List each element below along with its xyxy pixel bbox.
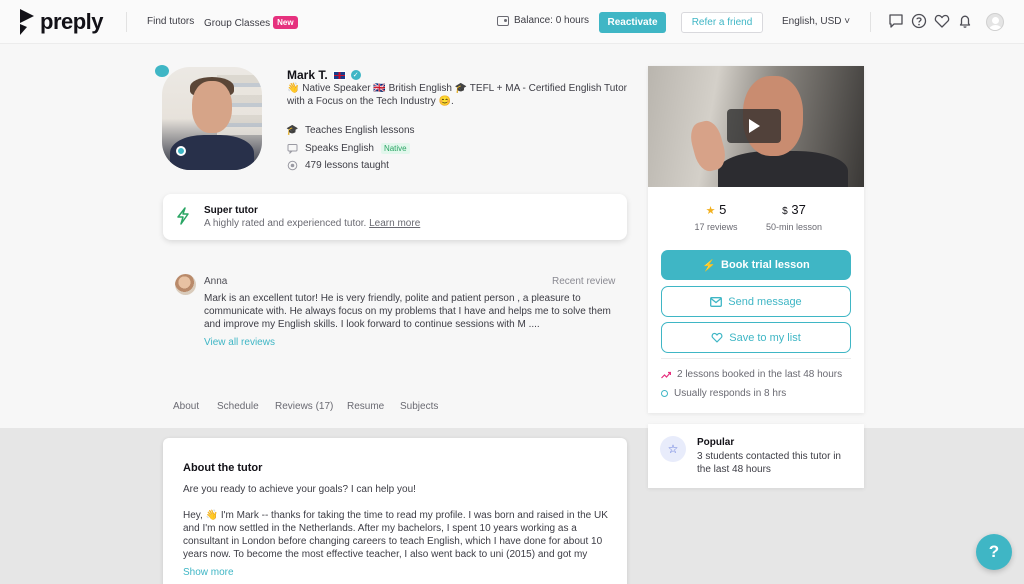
tutor-name-row: Mark T. ✓ xyxy=(287,68,361,82)
fact-speaks-text: Speaks English xyxy=(305,143,374,154)
rating-value: 5 xyxy=(719,202,727,217)
headline-line-1: 👋 Native Speaker 🇬🇧 British English 🎓 TE… xyxy=(287,83,627,94)
learn-more-link[interactable]: Learn more xyxy=(369,218,420,229)
help-chat-button[interactable]: ? xyxy=(976,534,1012,570)
tab-about[interactable]: About xyxy=(173,401,199,412)
response-time-icon xyxy=(661,390,668,397)
balance-indicator[interactable]: Balance: 0 hours xyxy=(497,15,589,26)
about-title: About the tutor xyxy=(183,462,263,474)
refer-friend-button[interactable]: Refer a friend xyxy=(681,12,763,33)
nav-group-classes-label: Group Classes xyxy=(204,18,271,29)
language-currency-selector[interactable]: English, USD ˅ xyxy=(782,16,850,27)
speech-bubble-icon xyxy=(287,144,298,154)
price-label: 50-min lesson xyxy=(765,222,823,232)
popular-card: ☆ Popular 3 students contacted this tuto… xyxy=(648,424,864,488)
lightning-bolt-icon xyxy=(177,207,189,225)
reactivate-button[interactable]: Reactivate xyxy=(599,12,666,33)
heart-icon[interactable] xyxy=(934,13,950,29)
show-more-link[interactable]: Show more xyxy=(183,567,234,578)
booked-indicator: 2 lessons booked in the last 48 hours xyxy=(661,369,842,380)
booked-text: 2 lessons booked in the last 48 hours xyxy=(677,369,843,380)
super-tutor-text: A highly rated and experienced tutor. xyxy=(204,218,367,229)
lightning-icon: ⚡ xyxy=(702,259,717,272)
tutor-photo[interactable] xyxy=(155,63,267,171)
nav-group-classes[interactable]: Group Classes New xyxy=(204,16,298,29)
about-tutor-card: About the tutor Are you ready to achieve… xyxy=(163,438,627,584)
tab-resume[interactable]: Resume xyxy=(347,401,384,412)
fact-speaks: Speaks English Native xyxy=(287,143,410,154)
review-text: Mark is an excellent tutor! He is very f… xyxy=(204,293,611,330)
fact-teaches-text: Teaches English lessons xyxy=(305,125,415,136)
popular-text: 3 students contacted this tutor in the l… xyxy=(697,451,841,475)
trending-up-icon xyxy=(661,371,671,378)
preply-logo-mark-icon xyxy=(20,9,34,35)
graduation-cap-icon: 🎓 xyxy=(286,125,299,136)
star-icon: ★ xyxy=(705,205,716,217)
top-navigation-bar: preply Find tutors Group Classes New Bala… xyxy=(0,0,1024,44)
currency-symbol: $ xyxy=(782,206,788,217)
reviewer-name: Anna xyxy=(204,276,228,287)
header-divider xyxy=(126,12,127,32)
bell-icon[interactable] xyxy=(957,13,973,29)
view-all-reviews-link[interactable]: View all reviews xyxy=(204,337,275,348)
logo-text: preply xyxy=(40,9,104,34)
save-to-list-button[interactable]: Save to my list xyxy=(661,322,851,353)
star-badge-icon: ☆ xyxy=(660,436,686,462)
recent-review-label: Recent review xyxy=(552,276,616,287)
tab-reviews[interactable]: Reviews (17) xyxy=(275,401,333,412)
response-time: Usually responds in 8 hrs xyxy=(661,388,786,399)
popular-title: Popular xyxy=(697,437,735,448)
fact-lessons: 479 lessons taught xyxy=(287,160,389,171)
intro-video[interactable] xyxy=(648,66,864,187)
user-avatar[interactable] xyxy=(986,13,1004,31)
book-trial-label: Book trial lesson xyxy=(721,259,810,271)
super-tutor-title: Super tutor xyxy=(204,205,258,216)
play-button[interactable] xyxy=(727,109,781,143)
photo-decor-blob xyxy=(155,65,169,77)
header-divider-right xyxy=(870,12,871,32)
headline-line-2: with a Focus on the Tech Industry 😊. xyxy=(287,96,454,107)
help-icon[interactable] xyxy=(911,13,927,29)
chat-icon[interactable] xyxy=(888,13,904,29)
fact-teaches: 🎓 Teaches English lessons xyxy=(286,125,415,136)
price-value: 37 xyxy=(791,202,806,217)
new-badge: New xyxy=(273,16,298,29)
about-body: Hey, 👋 I'm Mark -- thanks for taking the… xyxy=(183,510,608,560)
reviewer-avatar xyxy=(175,274,196,295)
balance-text: Balance: 0 hours xyxy=(514,15,590,26)
tutor-name: Mark T. xyxy=(287,68,328,82)
send-message-button[interactable]: Send message xyxy=(661,286,851,317)
tab-subjects[interactable]: Subjects xyxy=(400,401,438,412)
super-tutor-description: A highly rated and experienced tutor. Le… xyxy=(204,218,420,229)
fact-lessons-text: 479 lessons taught xyxy=(305,160,389,171)
send-message-label: Send message xyxy=(728,295,802,308)
about-lead: Are you ready to achieve your goals? I c… xyxy=(183,484,416,495)
uk-flag-icon xyxy=(332,70,346,80)
price-stat: $ 37 50-min lesson xyxy=(754,202,834,232)
book-trial-lesson-button[interactable]: ⚡ Book trial lesson xyxy=(661,250,851,280)
response-time-text: Usually responds in 8 hrs xyxy=(674,388,787,399)
heart-outline-icon xyxy=(711,332,723,343)
rating-stat: ★ 5 17 reviews xyxy=(676,202,756,232)
wallet-icon xyxy=(497,15,509,26)
tab-schedule[interactable]: Schedule xyxy=(217,401,259,412)
native-tag: Native xyxy=(380,143,410,154)
tutor-headline: 👋 Native Speaker 🇬🇧 British English 🎓 TE… xyxy=(287,82,627,108)
play-icon xyxy=(748,119,760,133)
envelope-icon xyxy=(710,296,723,307)
save-to-list-label: Save to my list xyxy=(729,331,801,344)
super-tutor-card: Super tutor A highly rated and experienc… xyxy=(163,194,627,240)
online-status-dot xyxy=(176,146,186,156)
reviews-count: 17 reviews xyxy=(694,222,738,232)
verified-badge-icon: ✓ xyxy=(350,70,361,80)
booking-card: ★ 5 17 reviews $ 37 50-min lesson ⚡ Book… xyxy=(648,66,864,413)
nav-find-tutors[interactable]: Find tutors xyxy=(147,16,194,27)
lessons-count-icon xyxy=(287,160,298,171)
side-divider xyxy=(661,358,851,359)
preply-logo[interactable]: preply xyxy=(20,9,104,35)
